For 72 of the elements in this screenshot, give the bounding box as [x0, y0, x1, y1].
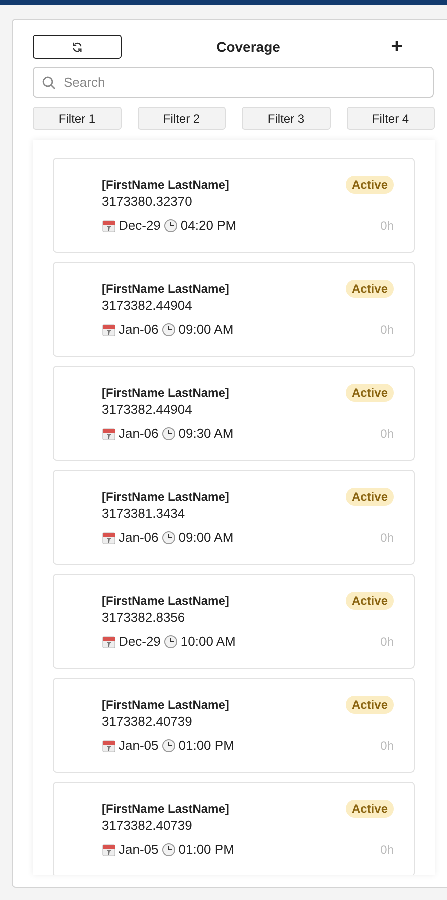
calendar-icon	[102, 322, 116, 336]
clock-icon	[162, 322, 176, 336]
coverage-card[interactable]: [FirstName LastName] Active 3173382.40739 Jan-05 01:00 PM 0h	[53, 678, 415, 773]
clock-icon	[164, 634, 178, 648]
date-text: Dec-29	[119, 634, 161, 649]
person-name: [FirstName LastName]	[102, 490, 230, 504]
person-name: [FirstName LastName]	[102, 802, 230, 816]
person-name: [FirstName LastName]	[102, 594, 230, 608]
record-number: 3173382.44904	[102, 402, 194, 417]
refresh-icon	[72, 42, 83, 52]
calendar-icon	[102, 530, 116, 544]
calendar-icon	[102, 842, 116, 856]
clock-icon	[162, 530, 176, 544]
calendar-icon	[102, 738, 116, 752]
calendar-icon	[102, 218, 116, 232]
time-text: 01:00 PM	[178, 738, 234, 753]
date-text: Jan-05	[119, 738, 159, 753]
clock-icon	[164, 218, 178, 232]
coverage-card[interactable]: [FirstName LastName] Active 3173382.40739 Jan-05 01:00 PM 0h	[53, 782, 415, 875]
panel-title: Coverage	[216, 39, 282, 55]
filter-button[interactable]: Filter 1	[33, 107, 122, 130]
hours-text: 0h	[380, 634, 394, 648]
hours-text: 0h	[380, 322, 394, 336]
time-text: 10:00 AM	[180, 634, 236, 649]
filter-button[interactable]: Filter 2	[138, 107, 226, 130]
time-text: 09:00 AM	[178, 322, 234, 337]
status-badge: Active	[346, 384, 394, 402]
coverage-card[interactable]: [FirstName LastName] Active 3173380.32370 Dec-29 04:20 PM 0h	[53, 158, 415, 253]
status-badge: Active	[346, 280, 394, 298]
hours-text: 0h	[380, 738, 394, 752]
person-name: [FirstName LastName]	[102, 698, 230, 712]
date-text: Jan-05	[119, 842, 159, 857]
date-text: Dec-29	[119, 218, 161, 233]
add-button[interactable]: +	[375, 35, 419, 59]
status-badge: Active	[346, 696, 394, 714]
record-number: 3173380.32370	[102, 194, 194, 209]
record-number: 3173382.40739	[102, 818, 194, 833]
record-number: 3173382.44904	[102, 298, 194, 313]
record-number: 3173381.3434	[102, 506, 186, 521]
status-badge: Active	[346, 488, 394, 506]
coverage-card[interactable]: [FirstName LastName] Active 3173381.3434 Jan-06 09:00 AM 0h	[53, 470, 415, 565]
record-number: 3173382.8356	[102, 610, 186, 625]
search-field[interactable]: Search	[33, 67, 434, 98]
date-text: Jan-06	[119, 530, 159, 545]
status-badge: Active	[346, 800, 394, 818]
person-name: [FirstName LastName]	[102, 178, 230, 192]
hours-text: 0h	[380, 530, 394, 544]
hours-text: 0h	[380, 218, 394, 232]
date-text: Jan-06	[119, 322, 159, 337]
coverage-card[interactable]: [FirstName LastName] Active 3173382.44904 Jan-06 09:00 AM 0h	[53, 262, 415, 357]
record-number: 3173382.40739	[102, 714, 194, 729]
hours-text: 0h	[380, 426, 394, 440]
status-badge: Active	[346, 592, 394, 610]
filter-button[interactable]: Filter 4	[346, 107, 435, 130]
refresh-button[interactable]	[33, 35, 122, 59]
filter-button[interactable]: Filter 3	[242, 107, 330, 130]
person-name: [FirstName LastName]	[102, 282, 230, 296]
clock-icon	[162, 426, 176, 440]
time-text: 01:00 PM	[178, 842, 234, 857]
date-text: Jan-06	[119, 426, 159, 441]
coverage-card[interactable]: [FirstName LastName] Active 3173382.8356 Dec-29 10:00 AM 0h	[53, 574, 415, 669]
person-name: [FirstName LastName]	[102, 386, 230, 400]
time-text: 04:20 PM	[180, 218, 237, 233]
time-text: 09:00 AM	[178, 530, 234, 545]
coverage-card[interactable]: [FirstName LastName] Active 3173382.44904 Jan-06 09:30 AM 0h	[53, 366, 415, 461]
status-badge: Active	[346, 176, 394, 194]
hours-text: 0h	[380, 842, 394, 856]
calendar-icon	[102, 426, 116, 440]
calendar-icon	[102, 634, 116, 648]
clock-icon	[162, 738, 176, 752]
clock-icon	[162, 842, 176, 856]
time-text: 09:30 AM	[178, 426, 234, 441]
